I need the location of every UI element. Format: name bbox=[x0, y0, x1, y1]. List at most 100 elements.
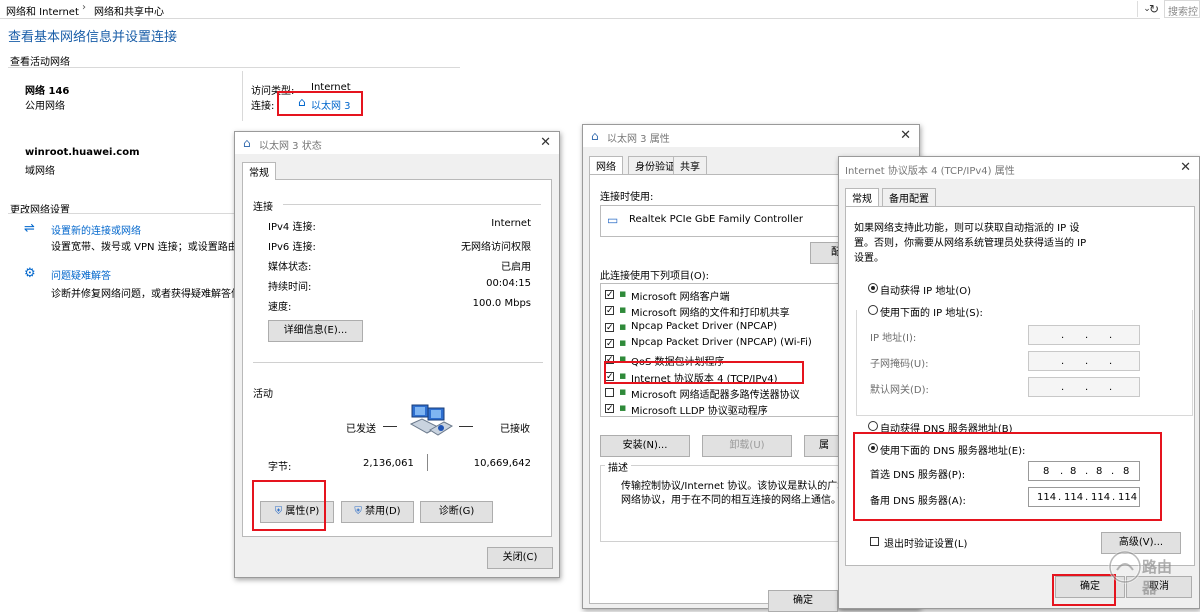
highlight-box bbox=[1052, 574, 1116, 606]
divider bbox=[283, 204, 541, 205]
close-button[interactable]: 关闭(C) bbox=[487, 547, 553, 569]
troubleshoot-link[interactable]: 问题疑难解答 bbox=[51, 267, 111, 282]
disable-button-label: 禁用(D) bbox=[365, 506, 401, 517]
subnet-mask-label: 子网掩码(U): bbox=[870, 359, 929, 370]
divider bbox=[427, 454, 428, 471]
section-connection: 连接 bbox=[253, 202, 273, 213]
item-label: Microsoft 网络适配器多路传送器协议 bbox=[631, 389, 800, 401]
uninstall-button: 卸载(U) bbox=[702, 435, 792, 457]
divider bbox=[253, 362, 543, 363]
refresh-icon[interactable]: ↻ bbox=[1146, 1, 1162, 17]
network-adapter-icon: ▭ bbox=[607, 213, 619, 227]
row-label: IPv4 连接: bbox=[268, 222, 316, 233]
connect-using-label: 连接时使用: bbox=[600, 192, 654, 203]
watermark-text: 路由器 bbox=[1142, 558, 1173, 597]
bytes-received: 10,669,642 bbox=[473, 458, 531, 469]
network-name: winroot.huawei.com bbox=[25, 147, 140, 158]
network-computers-icon bbox=[408, 402, 454, 442]
description-label: 描述 bbox=[605, 459, 631, 474]
new-connection-icon: ⇌ bbox=[24, 221, 35, 236]
tab-alternate-config[interactable]: 备用配置 bbox=[882, 188, 936, 206]
item-checkbox[interactable]: ✓ bbox=[605, 322, 614, 332]
highlight-box bbox=[277, 91, 363, 116]
protocol-icon: ▪ bbox=[619, 401, 627, 415]
received-label: 已接收 bbox=[500, 424, 530, 435]
new-connection-link[interactable]: 设置新的连接或网络 bbox=[51, 222, 141, 237]
gateway-label: 默认网关(D): bbox=[870, 385, 929, 396]
highlight-box bbox=[853, 432, 1162, 521]
item-checkbox[interactable] bbox=[605, 387, 614, 397]
network-type: 公用网络 bbox=[25, 101, 65, 112]
row-label: 速度: bbox=[268, 302, 292, 313]
ethernet-icon: ⌂ bbox=[591, 129, 599, 143]
ip-address-field: ... bbox=[1028, 325, 1140, 345]
highlight-box bbox=[604, 361, 804, 384]
network-type: 域网络 bbox=[25, 166, 55, 177]
item-label: Microsoft 网络的文件和打印机共享 bbox=[631, 308, 790, 320]
row-value: 已启用 bbox=[501, 262, 531, 273]
close-icon[interactable]: ✕ bbox=[900, 128, 911, 143]
row-label: 持续时间: bbox=[268, 282, 312, 293]
ipv4-dialog-titlebar[interactable]: Internet 协议版本 4 (TCP/IPv4) 属性 ✕ bbox=[839, 157, 1199, 179]
divider bbox=[459, 426, 473, 427]
breadcrumb-separator: › bbox=[82, 2, 86, 13]
close-icon[interactable]: ✕ bbox=[540, 135, 551, 150]
protocol-icon: ▪ bbox=[619, 287, 627, 300]
protocol-icon: ▪ bbox=[619, 303, 627, 317]
item-label: Microsoft 网络客户端 bbox=[631, 292, 730, 303]
bytes-sent: 2,136,061 bbox=[363, 458, 414, 469]
item-checkbox[interactable]: ✓ bbox=[605, 290, 614, 300]
divider bbox=[8, 67, 460, 68]
auto-ip-radio[interactable] bbox=[868, 283, 878, 293]
close-icon[interactable]: ✕ bbox=[1180, 160, 1191, 175]
auto-dns-radio[interactable] bbox=[868, 421, 878, 431]
breadcrumb-sharing-center[interactable]: 网络和共享中心 bbox=[94, 3, 164, 18]
subnet-mask-field: ... bbox=[1028, 351, 1140, 371]
divider bbox=[8, 213, 238, 214]
status-dialog-titlebar[interactable]: ⌂ 以太网 3 状态 ✕ bbox=[235, 132, 559, 154]
item-checkbox[interactable]: ✓ bbox=[605, 338, 614, 348]
breadcrumb-network-internet[interactable]: 网络和 Internet bbox=[6, 3, 79, 18]
gateway-field: ... bbox=[1028, 377, 1140, 397]
adapter-name: Realtek PCIe GbE Family Controller bbox=[629, 214, 804, 225]
properties-dialog-titlebar[interactable]: ⌂ 以太网 3 属性 ✕ bbox=[583, 125, 919, 147]
bytes-label: 字节: bbox=[268, 462, 292, 473]
search-input[interactable]: 搜索控 bbox=[1164, 0, 1200, 18]
dialog-title: Internet 协议版本 4 (TCP/IPv4) 属性 bbox=[845, 166, 1015, 177]
diagnose-button[interactable]: 诊断(G) bbox=[420, 501, 493, 523]
active-networks-label: 查看活动网络 bbox=[10, 57, 70, 68]
tab-network[interactable]: 网络 bbox=[589, 156, 623, 174]
row-value: Internet bbox=[491, 218, 531, 229]
items-label: 此连接使用下列项目(O): bbox=[600, 271, 710, 282]
ip-address-label: IP 地址(I): bbox=[870, 333, 917, 344]
address-bar[interactable]: 网络和 Internet › 网络和共享中心 bbox=[0, 0, 1160, 19]
item-checkbox[interactable]: ✓ bbox=[605, 404, 614, 414]
item-label: Npcap Packet Driver (NPCAP) (Wi-Fi) bbox=[631, 336, 812, 348]
install-button[interactable]: 安装(N)... bbox=[600, 435, 690, 457]
watermark-logo: 路由器 bbox=[1108, 546, 1184, 597]
section-activity: 活动 bbox=[253, 389, 273, 400]
disable-button[interactable]: ⛨ 禁用(D) bbox=[341, 501, 414, 523]
auto-ip-label: 自动获得 IP 地址(O) bbox=[880, 286, 972, 297]
description-text: 传输控制协议/Internet 协议。该协议是默认的广域网络协议，用于在不同的相… bbox=[621, 481, 848, 506]
page-title: 查看基本网络信息并设置连接 bbox=[8, 30, 178, 45]
divider bbox=[242, 71, 243, 121]
validate-checkbox[interactable] bbox=[870, 537, 879, 546]
tab-sharing[interactable]: 共享 bbox=[673, 156, 707, 174]
item-label: Microsoft LLDP 协议驱动程序 bbox=[631, 406, 768, 417]
tab-general[interactable]: 常规 bbox=[242, 162, 276, 180]
ipv4-intro-text: 如果网络支持此功能，则可以获取自动指派的 IP 设置。否则，你需要从网络系统管理… bbox=[854, 223, 1087, 264]
tab-general[interactable]: 常规 bbox=[845, 188, 879, 206]
protocol-icon: ▪ bbox=[619, 319, 627, 333]
validate-label: 退出时验证设置(L) bbox=[884, 539, 968, 550]
item-checkbox[interactable]: ✓ bbox=[605, 306, 614, 316]
network-name: 网络 146 bbox=[25, 86, 70, 97]
protocol-icon: ▪ bbox=[619, 384, 627, 398]
row-value: 100.0 Mbps bbox=[472, 298, 531, 309]
ethernet-icon: ⌂ bbox=[243, 136, 251, 150]
troubleshoot-desc: 诊断并修复网络问题，或者获得疑难解答信息。 bbox=[51, 289, 261, 300]
dialog-title: 以太网 3 属性 bbox=[607, 134, 670, 145]
details-button[interactable]: 详细信息(E)... bbox=[268, 320, 363, 342]
sent-label: 已发送 bbox=[346, 424, 376, 435]
new-connection-desc: 设置宽带、拨号或 VPN 连接；或设置路由器 bbox=[51, 242, 248, 253]
